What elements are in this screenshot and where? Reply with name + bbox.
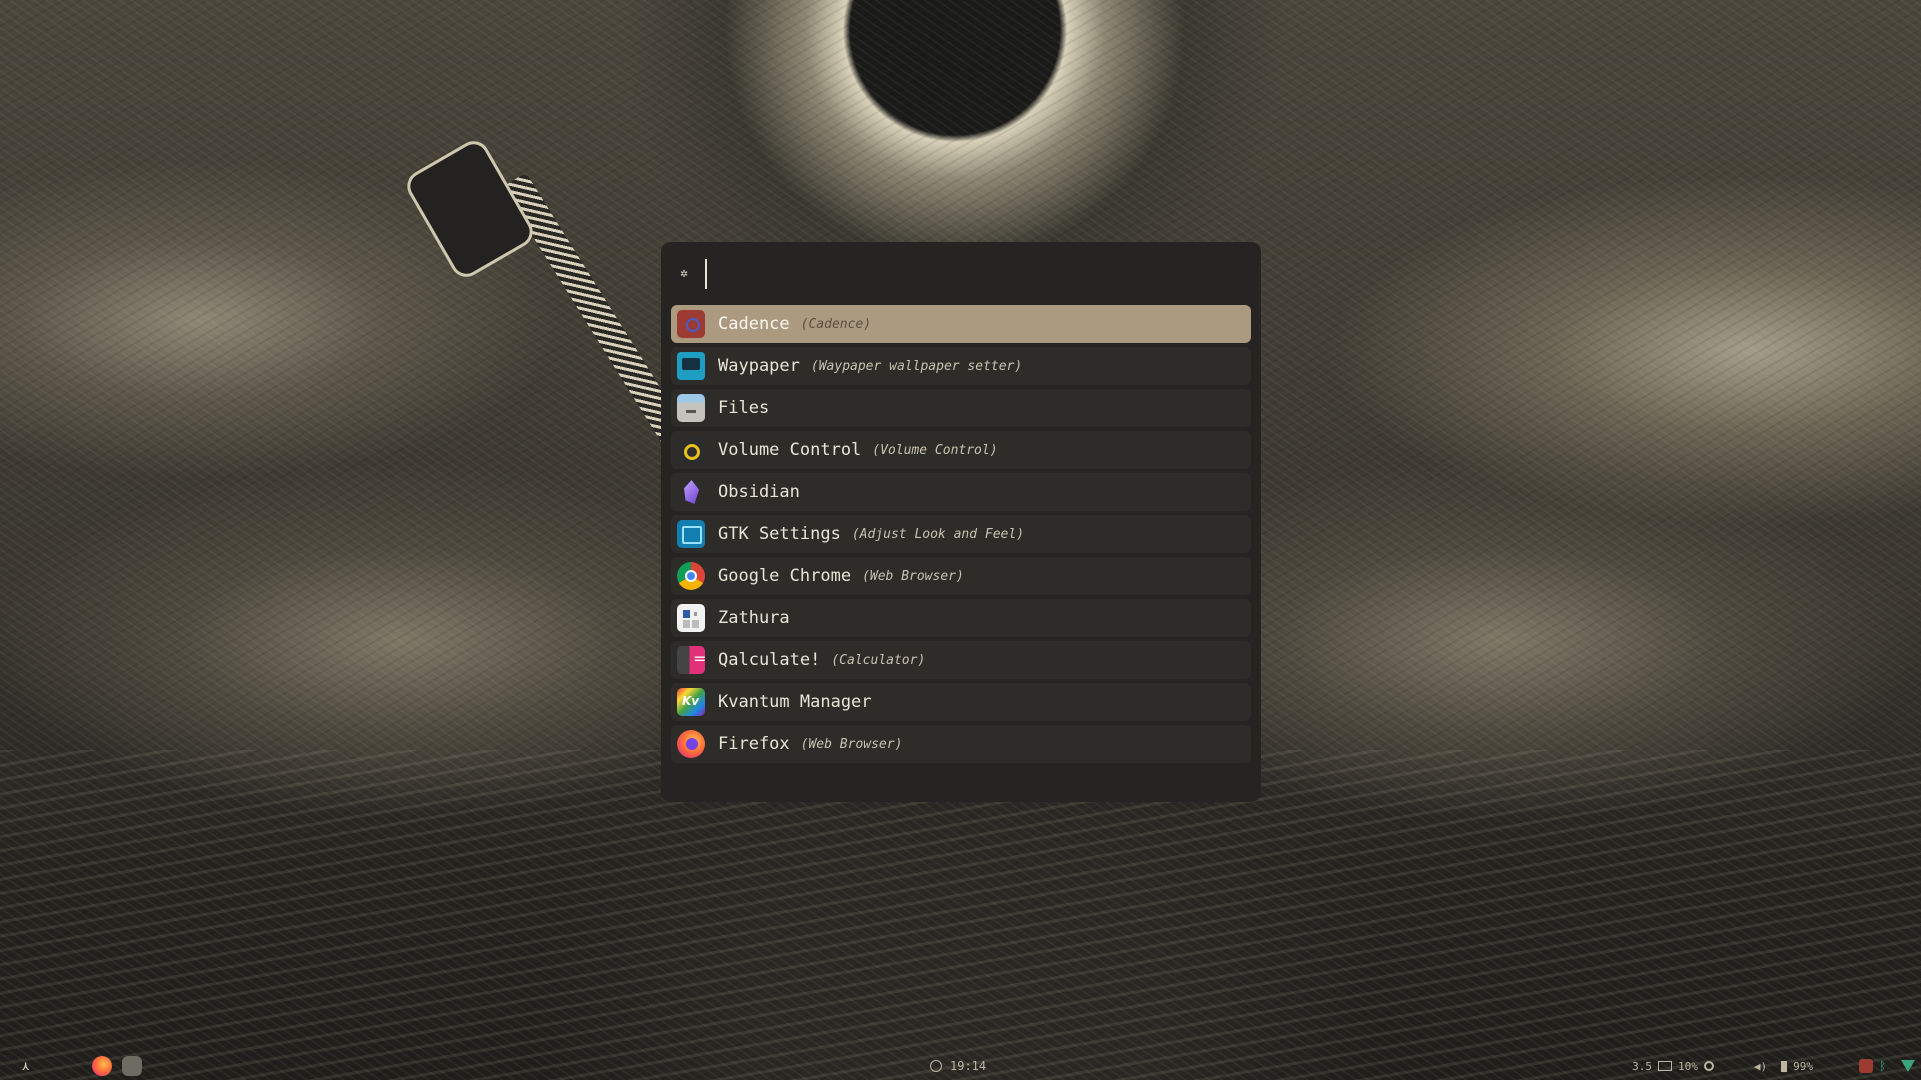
app-description: (Adjust Look and Feel) <box>851 526 1025 542</box>
list-item-cadence[interactable]: Cadence (Cadence) <box>671 305 1251 343</box>
list-item-gtk-settings[interactable]: GTK Settings (Adjust Look and Feel) <box>671 515 1251 553</box>
app-description: (Volume Control) <box>872 442 998 458</box>
cpu-usage: 10% <box>1678 1059 1698 1073</box>
list-item-qalculate[interactable]: Qalculate! (Calculator) <box>671 641 1251 679</box>
clock-time: 19:14 <box>950 1059 987 1073</box>
app-name: Qalculate! <box>718 650 821 670</box>
clock-icon <box>930 1060 942 1072</box>
gear-icon: ✲ <box>680 266 688 281</box>
app-name: Kvantum Manager <box>718 692 872 712</box>
google-chrome-icon <box>677 562 705 590</box>
app-launcher: ✲ Cadence (Cadence) Waypaper (Waypaper w… <box>661 242 1261 802</box>
app-description: (Web Browser) <box>862 568 964 584</box>
qalculate-icon <box>677 646 706 674</box>
taskbar-firefox-icon[interactable] <box>92 1056 112 1076</box>
app-description: (Calculator) <box>831 652 926 668</box>
settings-icon[interactable] <box>1703 1061 1714 1071</box>
battery-icon <box>1781 1060 1788 1072</box>
list-item-zathura[interactable]: Zathura <box>671 599 1251 637</box>
cadence-icon <box>677 310 705 338</box>
app-name: Firefox <box>718 734 790 754</box>
search-input[interactable] <box>705 259 1115 289</box>
kvantum-manager-icon <box>677 688 705 716</box>
obsidian-icon <box>677 478 705 506</box>
volume-control-icon <box>677 436 705 464</box>
app-list: Cadence (Cadence) Waypaper (Waypaper wal… <box>671 305 1251 767</box>
app-name: Google Chrome <box>718 566 852 586</box>
files-icon <box>677 394 705 422</box>
list-item-obsidian[interactable]: Obsidian <box>671 473 1251 511</box>
taskbar-app-icon[interactable] <box>122 1056 142 1076</box>
app-name: Cadence <box>718 314 790 334</box>
app-description: (Cadence) <box>800 316 872 332</box>
keyboard-icon <box>1658 1061 1672 1071</box>
gtk-settings-icon <box>677 520 705 548</box>
battery-level: 99% <box>1793 1059 1813 1073</box>
launcher-arrow-icon[interactable]: ⋏ <box>22 1059 34 1073</box>
list-item-files[interactable]: Files <box>671 389 1251 427</box>
taskbar: ⋏ 19:14 3.5 10% ◀) 99% ᛒ <box>0 1052 1921 1080</box>
list-item-firefox[interactable]: Firefox (Web Browser) <box>671 725 1251 763</box>
list-item-kvantum-manager[interactable]: Kvantum Manager <box>671 683 1251 721</box>
waypaper-icon <box>677 352 705 380</box>
wifi-icon[interactable] <box>1901 1060 1915 1072</box>
app-name: Obsidian <box>718 482 800 502</box>
zathura-icon <box>677 604 705 632</box>
taskbar-left: ⋏ <box>22 1052 142 1080</box>
app-description: (Web Browser) <box>800 736 903 752</box>
wallpaper-staff-head <box>401 135 539 283</box>
keyboard-layout: 3.5 <box>1632 1059 1652 1073</box>
clock[interactable]: 19:14 <box>930 1052 986 1080</box>
search-row: ✲ <box>675 254 1247 294</box>
tray-cadence-icon[interactable] <box>1859 1059 1873 1073</box>
app-description: (Waypaper wallpaper setter) <box>810 358 1023 374</box>
app-name: Zathura <box>718 608 790 628</box>
firefox-icon <box>677 730 705 758</box>
list-item-volume-control[interactable]: Volume Control (Volume Control) <box>671 431 1251 469</box>
app-name: Waypaper <box>718 356 800 376</box>
volume-icon[interactable]: ◀) <box>1754 1060 1767 1073</box>
bluetooth-icon[interactable]: ᛒ <box>1879 1059 1889 1073</box>
app-name: Files <box>718 398 770 418</box>
app-name: Volume Control <box>718 440 862 460</box>
system-tray: 3.5 10% ◀) 99% ᛒ <box>1626 1052 1915 1080</box>
list-item-waypaper[interactable]: Waypaper (Waypaper wallpaper setter) <box>671 347 1251 385</box>
list-item-google-chrome[interactable]: Google Chrome (Web Browser) <box>671 557 1251 595</box>
app-name: GTK Settings <box>718 524 841 544</box>
